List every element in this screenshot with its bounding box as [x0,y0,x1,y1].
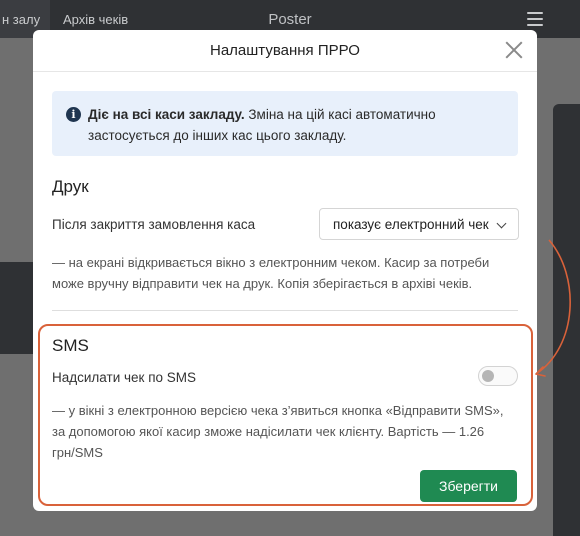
sms-section-title: SMS [52,336,89,355]
sms-toggle-label: Надсилати чек по SMS [52,370,197,385]
print-section-title: Друк [52,177,89,196]
prro-settings-modal: Налаштування ПРРО i Діє на всі каси закл… [33,30,537,511]
annotation-arrow [535,239,571,377]
close-icon[interactable] [505,41,523,59]
save-button[interactable]: Зберегти [420,470,517,502]
modal-title: Налаштування ПРРО [210,42,360,59]
menu-icon[interactable] [527,12,543,26]
toggle-knob [482,370,494,382]
divider [52,310,518,311]
after-close-label: Після закриття замовлення каса [52,217,256,232]
receipt-mode-select[interactable]: показує електронний чек [319,208,519,240]
sms-toggle[interactable] [478,366,518,386]
info-icon: i [66,107,81,122]
chevron-down-icon [496,218,507,229]
info-banner: i Діє на всі каси закладу. Зміна на цій … [52,91,518,156]
receipt-mode-value: показує електронний чек [333,216,489,232]
sms-description: — у вікні з електронною версією чека з’я… [52,403,504,460]
modal-header: Налаштування ПРРО [33,30,537,72]
info-banner-bold: Діє на всі каси закладу. [88,107,245,122]
sms-section: SMS Надсилати чек по SMS — у вікні з еле… [38,324,533,506]
print-description: — на екрані відкривається вікно з електр… [52,255,490,291]
